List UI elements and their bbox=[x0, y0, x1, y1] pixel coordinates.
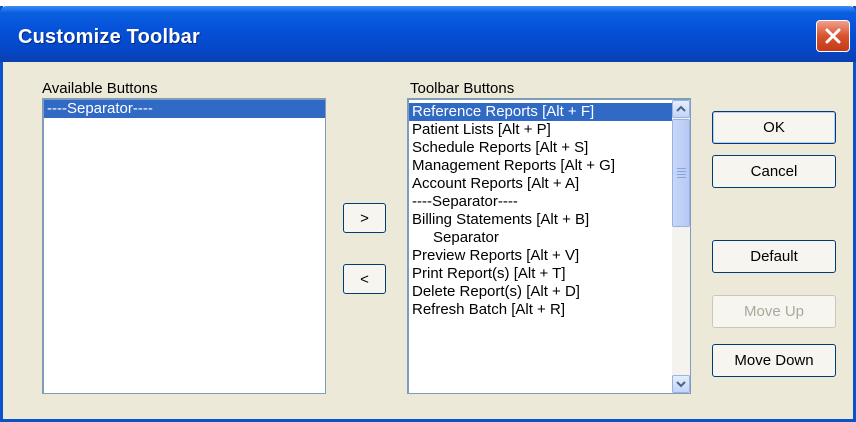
list-item[interactable]: Patient Lists [Alt + P] bbox=[409, 121, 672, 139]
available-buttons-label: Available Buttons bbox=[42, 80, 158, 97]
toolbar-buttons-listbox[interactable]: Reference Reports [Alt + F] Patient Lists… bbox=[407, 98, 691, 394]
move-down-button[interactable]: Move Down bbox=[712, 344, 836, 377]
grip-line bbox=[677, 174, 686, 175]
dialog-title: Customize Toolbar bbox=[18, 26, 200, 48]
remove-button[interactable]: < bbox=[343, 264, 386, 294]
title-bar[interactable]: Customize Toolbar bbox=[0, 6, 856, 62]
cancel-button[interactable]: Cancel bbox=[712, 155, 836, 188]
list-item[interactable]: Refresh Batch [Alt + R] bbox=[409, 301, 672, 319]
list-item[interactable]: Preview Reports [Alt + V] bbox=[409, 247, 672, 265]
default-button[interactable]: Default bbox=[712, 240, 836, 273]
chevron-down-icon bbox=[676, 381, 686, 388]
list-item[interactable]: Schedule Reports [Alt + S] bbox=[409, 139, 672, 157]
close-button[interactable] bbox=[816, 20, 850, 52]
list-item[interactable]: Account Reports [Alt + A] bbox=[409, 175, 672, 193]
scroll-down-button[interactable] bbox=[672, 375, 690, 393]
add-button[interactable]: > bbox=[343, 203, 386, 233]
list-item[interactable]: ----Separator---- bbox=[44, 100, 325, 118]
grip-line bbox=[677, 168, 686, 169]
grip-line bbox=[677, 171, 686, 172]
list-item[interactable]: Separator bbox=[409, 229, 672, 247]
list-item[interactable]: Print Report(s) [Alt + T] bbox=[409, 265, 672, 283]
scroll-thumb[interactable] bbox=[672, 119, 690, 227]
ok-button[interactable]: OK bbox=[712, 111, 836, 144]
list-item[interactable]: Billing Statements [Alt + B] bbox=[409, 211, 672, 229]
available-buttons-list[interactable]: ----Separator---- bbox=[42, 98, 326, 394]
chevron-up-icon bbox=[676, 105, 686, 112]
scroll-up-button[interactable] bbox=[672, 100, 690, 118]
list-item[interactable]: ----Separator---- bbox=[409, 193, 672, 211]
list-item[interactable]: Reference Reports [Alt + F] bbox=[409, 103, 672, 121]
toolbar-buttons-list[interactable]: Reference Reports [Alt + F] Patient Lists… bbox=[409, 103, 672, 319]
move-up-button[interactable]: Move Up bbox=[712, 295, 836, 328]
toolbar-buttons-label: Toolbar Buttons bbox=[410, 80, 515, 97]
list-item[interactable]: Delete Report(s) [Alt + D] bbox=[409, 283, 672, 301]
grip-line bbox=[677, 177, 686, 178]
list-item[interactable]: Management Reports [Alt + G] bbox=[409, 157, 672, 175]
close-icon bbox=[825, 28, 841, 44]
vertical-scrollbar[interactable] bbox=[672, 100, 690, 393]
